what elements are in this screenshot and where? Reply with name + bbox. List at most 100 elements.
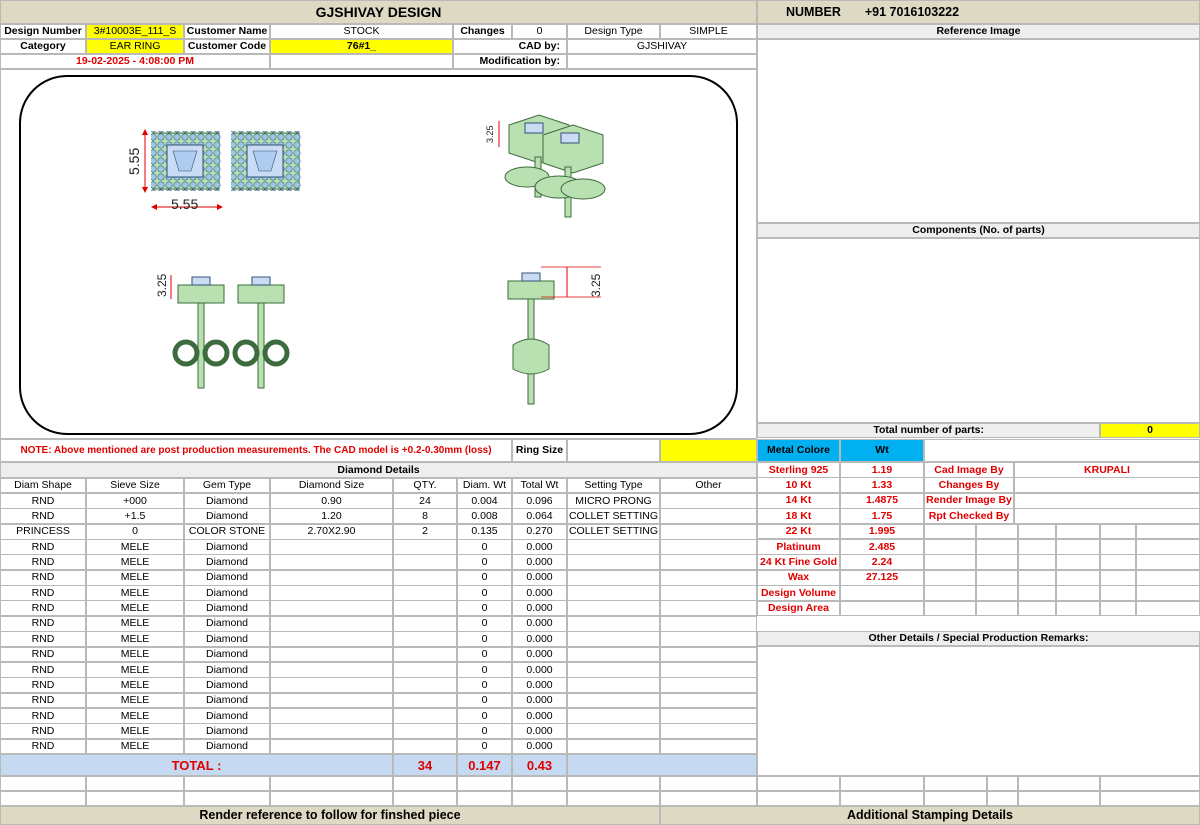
cell-gem-type[interactable]: Diamond [184,615,270,632]
cell-gem-type[interactable]: COLOR STONE [184,523,270,540]
cell-sieve-size[interactable]: MELE [86,554,184,571]
cad-by-value[interactable]: GJSHIVAY [567,39,757,54]
cell-total-wt[interactable]: 0.000 [512,738,567,755]
cell-gem-type[interactable]: Diamond [184,600,270,617]
cell-total-wt[interactable]: 0.000 [512,539,567,555]
cell-diamond-size[interactable]: 0.90 [270,493,393,509]
cell-gem-type[interactable]: Diamond [184,646,270,663]
cell-sieve-size[interactable]: MELE [86,738,184,755]
cell-sieve-size[interactable]: MELE [86,692,184,709]
metal-wt[interactable] [840,585,924,602]
cell-sieve-size[interactable]: MELE [86,585,184,601]
metal-wt[interactable]: 1.33 [840,477,924,494]
cell-diamond-size[interactable] [270,646,393,663]
cell-gem-type[interactable]: Diamond [184,631,270,647]
cell-other[interactable] [660,554,757,571]
cell-gem-type[interactable]: Diamond [184,585,270,601]
cell-setting-type[interactable] [567,646,660,663]
cell-other[interactable] [660,692,757,709]
cell-gem-type[interactable]: Diamond [184,539,270,555]
cell-total-wt[interactable]: 0.000 [512,661,567,678]
cell-qty[interactable] [393,631,457,647]
cell-diam-wt[interactable]: 0 [457,661,512,678]
cell-diam-wt[interactable]: 0 [457,600,512,617]
cell-diamond-size[interactable] [270,600,393,617]
cell-diam-wt[interactable]: 0 [457,738,512,755]
cell-sieve-size[interactable]: MELE [86,677,184,694]
cell-gem-type[interactable]: Diamond [184,707,270,724]
metal-wt[interactable] [840,600,924,617]
cell-gem-type[interactable]: Diamond [184,508,270,525]
cell-diam-wt[interactable]: 0 [457,692,512,709]
cell-other[interactable] [660,677,757,694]
cell-sieve-size[interactable]: MELE [86,539,184,555]
metal-wt[interactable]: 2.485 [840,539,924,555]
cell-diam-shape[interactable]: RND [0,615,86,632]
cell-diam-wt[interactable]: 0 [457,646,512,663]
cell-diam-shape[interactable]: RND [0,661,86,678]
cell-gem-type[interactable]: Diamond [184,493,270,509]
cell-diamond-size[interactable] [270,707,393,724]
cell-diam-shape[interactable]: RND [0,600,86,617]
cell-gem-type[interactable]: Diamond [184,569,270,586]
cell-diamond-size[interactable] [270,615,393,632]
cell-other[interactable] [660,615,757,632]
cell-qty[interactable] [393,738,457,755]
cell-sieve-size[interactable]: MELE [86,646,184,663]
cell-diamond-size[interactable] [270,692,393,709]
cell-diam-wt[interactable]: 0 [457,554,512,571]
cell-qty[interactable]: 24 [393,493,457,509]
cell-diam-shape[interactable]: RND [0,508,86,525]
cell-other[interactable] [660,661,757,678]
cell-setting-type[interactable] [567,615,660,632]
cell-diam-wt[interactable]: 0.008 [457,508,512,525]
cell-gem-type[interactable]: Diamond [184,738,270,755]
cell-other[interactable] [660,738,757,755]
cell-qty[interactable] [393,692,457,709]
cell-total-wt[interactable]: 0.096 [512,493,567,509]
cell-other[interactable] [660,631,757,647]
person-value[interactable] [1014,508,1200,525]
cell-qty[interactable] [393,554,457,571]
cell-sieve-size[interactable]: +1.5 [86,508,184,525]
cell-diam-wt[interactable]: 0.004 [457,493,512,509]
cell-setting-type[interactable] [567,554,660,571]
cell-diam-shape[interactable]: RND [0,723,86,740]
cell-qty[interactable]: 2 [393,523,457,540]
cell-setting-type[interactable] [567,723,660,740]
cell-qty[interactable] [393,677,457,694]
cell-diamond-size[interactable]: 2.70X2.90 [270,523,393,540]
cell-diamond-size[interactable] [270,569,393,586]
cell-diamond-size[interactable] [270,585,393,601]
cell-total-wt[interactable]: 0.000 [512,646,567,663]
cell-other[interactable] [660,508,757,525]
cell-setting-type[interactable] [567,600,660,617]
metal-wt[interactable]: 2.24 [840,554,924,571]
cell-qty[interactable] [393,723,457,740]
cell-qty[interactable]: 8 [393,508,457,525]
cell-diam-wt[interactable]: 0 [457,677,512,694]
person-value[interactable] [1014,477,1200,494]
cell-total-wt[interactable]: 0.000 [512,615,567,632]
cell-sieve-size[interactable]: MELE [86,707,184,724]
cell-diam-shape[interactable]: RND [0,539,86,555]
cell-setting-type[interactable] [567,631,660,647]
cell-diam-wt[interactable]: 0 [457,631,512,647]
cell-qty[interactable] [393,569,457,586]
cell-qty[interactable] [393,539,457,555]
cell-total-wt[interactable]: 0.000 [512,723,567,740]
cell-gem-type[interactable]: Diamond [184,723,270,740]
cell-diamond-size[interactable] [270,539,393,555]
metal-wt[interactable]: 1.995 [840,523,924,540]
customer-name-value[interactable]: STOCK [270,24,453,39]
cell-setting-type[interactable] [567,738,660,755]
cell-gem-type[interactable]: Diamond [184,692,270,709]
cell-sieve-size[interactable]: +000 [86,493,184,509]
cell-setting-type[interactable] [567,539,660,555]
design-number-value[interactable]: 3#10003E_111_S [86,24,184,39]
metal-wt[interactable]: 1.75 [840,508,924,525]
cell-total-wt[interactable]: 0.000 [512,585,567,601]
cell-other[interactable] [660,569,757,586]
cell-gem-type[interactable]: Diamond [184,661,270,678]
cell-diamond-size[interactable] [270,631,393,647]
